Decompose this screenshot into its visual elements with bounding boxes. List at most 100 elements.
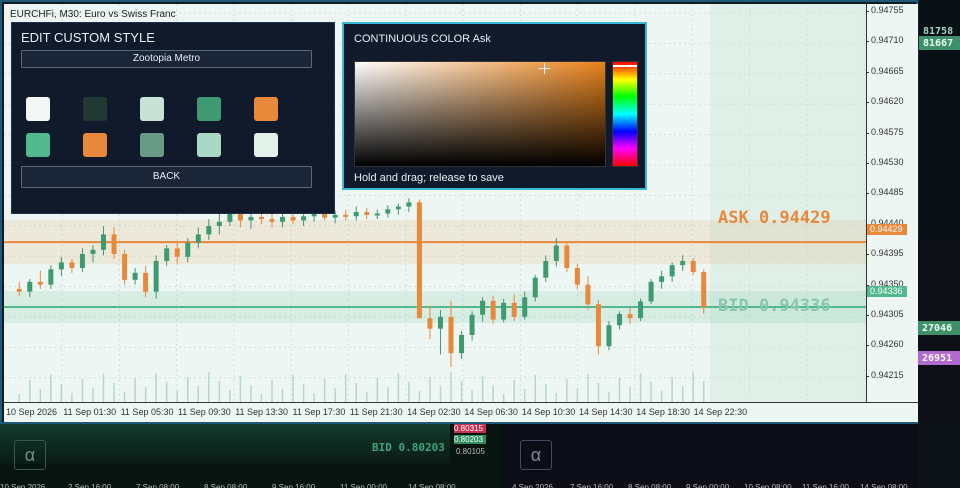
candle-body bbox=[132, 272, 138, 280]
candle-body bbox=[332, 214, 338, 218]
bg-time-tick: 8 Sep 08:00 bbox=[628, 483, 672, 488]
candle-body bbox=[301, 216, 307, 221]
time-tick-label: 11 Sep 13:30 bbox=[235, 407, 289, 417]
crosshair-icon bbox=[539, 63, 550, 74]
color-swatch[interactable] bbox=[83, 97, 107, 121]
price-axis[interactable]: 0.94755 0.94710 0.94665 0.94620 0.94575 0.945… bbox=[866, 4, 918, 402]
picker-title: CONTINUOUS COLOR Ask bbox=[354, 33, 491, 45]
candle-body bbox=[427, 318, 433, 329]
color-swatch[interactable] bbox=[197, 133, 221, 157]
candle-body bbox=[101, 234, 107, 250]
candle-body bbox=[490, 300, 496, 320]
candle-body bbox=[79, 253, 85, 268]
price-chip: 81667 bbox=[923, 38, 954, 49]
price-tick-label: 0.94305 bbox=[866, 309, 904, 319]
candle-body bbox=[690, 260, 696, 273]
candle-body bbox=[627, 314, 633, 319]
color-picker-panel: CONTINUOUS COLOR Ask Hold and drag; rele… bbox=[342, 22, 647, 190]
candle-body bbox=[574, 267, 580, 285]
time-tick-label: 11 Sep 17:30 bbox=[292, 407, 346, 417]
candle-body bbox=[290, 216, 296, 221]
candle-body bbox=[469, 314, 475, 335]
candle-body bbox=[216, 221, 222, 227]
candle-body bbox=[459, 334, 465, 354]
candle-body bbox=[437, 316, 443, 329]
alpha-button[interactable]: α bbox=[14, 440, 46, 470]
time-tick-label: 11 Sep 21:30 bbox=[349, 407, 403, 417]
price-tick-label: 0.94710 bbox=[866, 35, 904, 46]
terminal-workspace: 81758 81667 27046 26951 α BID 0.80203 0.… bbox=[0, 0, 960, 488]
candle-body bbox=[416, 202, 422, 319]
candle-body bbox=[122, 253, 128, 280]
chart-title: EURCHFi, M30: Euro vs Swiss Franc bbox=[10, 9, 176, 20]
candle-body bbox=[669, 265, 675, 277]
candle-body bbox=[564, 245, 570, 268]
candle-body bbox=[385, 209, 391, 214]
candle-body bbox=[353, 212, 359, 217]
picker-hint: Hold and drag; release to save bbox=[354, 172, 504, 184]
candle-body bbox=[648, 281, 654, 302]
price-tick-label: 0.94395 bbox=[866, 248, 904, 259]
color-swatch[interactable] bbox=[254, 97, 278, 121]
tag: 0.80203 bbox=[454, 435, 486, 444]
bg-time-tick: 7 Sep 08:00 bbox=[136, 483, 180, 488]
candle-body bbox=[606, 325, 612, 347]
candle-body bbox=[185, 242, 191, 257]
time-tick-label: 14 Sep 02:30 bbox=[407, 407, 461, 417]
ask-price-tag: 0.94429 bbox=[867, 224, 907, 235]
bid-label: BID 0.94336 bbox=[718, 296, 831, 316]
bg-time-tick: 10 Sep 2026 bbox=[0, 483, 46, 488]
candle-body bbox=[595, 304, 601, 347]
time-tick-label: 14 Sep 10:30 bbox=[521, 407, 576, 417]
candle-body bbox=[406, 202, 412, 207]
price-chip: 27046 bbox=[922, 323, 953, 334]
color-swatch[interactable] bbox=[83, 133, 107, 157]
color-swatch[interactable] bbox=[140, 133, 164, 157]
background-chart-right-mid: 27046 26951 bbox=[918, 240, 960, 422]
candle-body bbox=[364, 212, 370, 215]
back-button[interactable]: BACK bbox=[21, 166, 312, 188]
time-axis[interactable]: 10 Sep 2026 11 Sep 01:30 11 Sep 05:30 11 Se… bbox=[4, 402, 918, 422]
candle-body bbox=[269, 219, 275, 222]
background-chart-bottom-right: α 4 Sep 2026 7 Sep 16:00 8 Sep 08:00 9 Sep … bbox=[506, 422, 918, 488]
bg-time-tick: 4 Sep 2026 bbox=[512, 483, 553, 488]
hue-marker[interactable] bbox=[613, 65, 637, 67]
candle-body bbox=[153, 260, 159, 292]
bg-time-axis: 10 Sep 2026 2 Sep 16:00 7 Sep 08:00 8 Sep 0… bbox=[0, 483, 500, 488]
time-tick-label: 14 Sep 06:30 bbox=[464, 407, 518, 417]
candle-body bbox=[174, 248, 180, 257]
color-swatch[interactable] bbox=[140, 97, 164, 121]
candle-body bbox=[585, 284, 591, 305]
time-tick-label: 11 Sep 05:30 bbox=[120, 407, 174, 417]
color-swatch[interactable] bbox=[26, 97, 50, 121]
candle-body bbox=[638, 301, 644, 319]
candle-body bbox=[16, 288, 22, 292]
time-tick-label: 14 Sep 18:30 bbox=[636, 407, 690, 417]
time-tick-label: 11 Sep 01:30 bbox=[63, 407, 117, 417]
tag: 0.80315 bbox=[454, 424, 486, 433]
time-tick-label: 10 Sep 2026 bbox=[6, 407, 58, 417]
edit-style-panel: EDIT CUSTOM STYLE Zootopia Metro BACK bbox=[11, 22, 335, 214]
tag: 0.80105 bbox=[456, 447, 485, 456]
color-swatch[interactable] bbox=[254, 133, 278, 157]
candle-body bbox=[164, 248, 170, 261]
candle-body bbox=[48, 269, 54, 285]
price-tick-label: 0.94530 bbox=[866, 157, 904, 167]
candle-body bbox=[553, 245, 559, 261]
candle-body bbox=[58, 262, 64, 270]
saturation-value-field[interactable] bbox=[354, 61, 606, 167]
candle-body bbox=[522, 297, 528, 317]
candle-body bbox=[616, 314, 622, 326]
candle-body bbox=[532, 277, 538, 298]
candle-body bbox=[480, 300, 486, 315]
candle-body bbox=[701, 272, 707, 308]
candle-body bbox=[659, 276, 665, 282]
color-swatch[interactable] bbox=[197, 97, 221, 121]
price-tick-label: 0.94665 bbox=[866, 65, 904, 76]
hue-slider[interactable] bbox=[612, 61, 638, 167]
bg-time-tick: 10 Sep 08:00 bbox=[744, 483, 792, 488]
alpha-button[interactable]: α bbox=[520, 440, 552, 470]
candle-body bbox=[343, 214, 349, 217]
color-swatch[interactable] bbox=[26, 133, 50, 157]
candle-body bbox=[543, 260, 549, 278]
